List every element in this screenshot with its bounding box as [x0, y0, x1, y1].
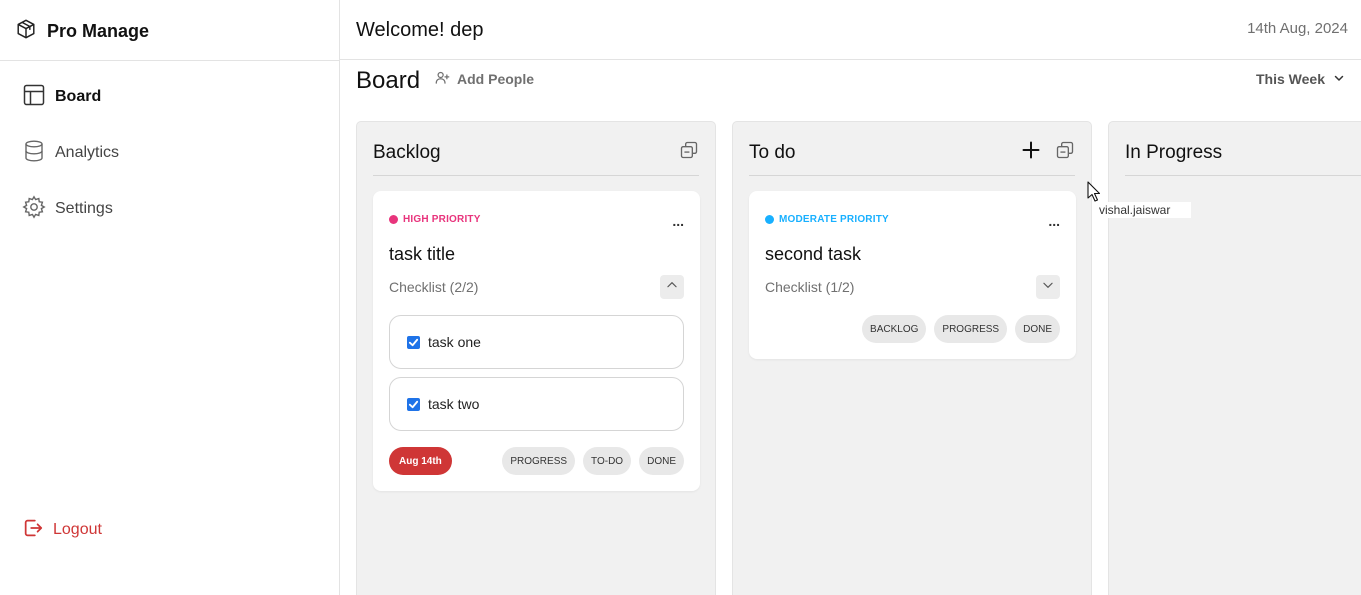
- task-card[interactable]: HIGH PRIORITY ... task title Checklist (…: [373, 191, 700, 491]
- move-to-backlog-button[interactable]: BACKLOG: [862, 315, 927, 343]
- priority-dot: [765, 215, 774, 224]
- chevron-down-icon: [1041, 278, 1055, 297]
- logout-label: Logout: [53, 521, 102, 538]
- logout-icon: [22, 517, 44, 544]
- filter-label: This Week: [1256, 71, 1325, 87]
- priority-badge: MODERATE PRIORITY: [765, 214, 889, 225]
- column-todo: To do MODERATE PRIORITY ... second task …: [732, 121, 1092, 595]
- checkbox[interactable]: [407, 335, 420, 349]
- sidebar-item-board[interactable]: Board: [22, 84, 101, 110]
- sidebar-item-analytics[interactable]: Analytics: [22, 140, 119, 166]
- sidebar-divider: [0, 60, 340, 61]
- checklist-toggle[interactable]: [1036, 275, 1060, 299]
- column-backlog: Backlog HIGH PRIORITY ... task title Che…: [356, 121, 716, 595]
- add-task-icon[interactable]: [1021, 140, 1041, 160]
- brand[interactable]: Pro Manage: [15, 18, 149, 44]
- period-filter-dropdown[interactable]: This Week: [1256, 70, 1345, 88]
- chevron-up-icon: [665, 278, 679, 297]
- database-icon: [22, 139, 46, 168]
- checklist-item: task two: [389, 377, 684, 431]
- move-to-todo-button[interactable]: TO-DO: [583, 447, 632, 475]
- move-to-progress-button[interactable]: PROGRESS: [502, 447, 576, 475]
- layout-icon: [22, 83, 46, 112]
- sidebar-item-settings[interactable]: Settings: [22, 194, 113, 224]
- cube-icon: [15, 18, 37, 45]
- column-actions: [1021, 140, 1075, 160]
- page-title: Board: [356, 67, 421, 94]
- column-header: To do: [749, 140, 1075, 176]
- add-user-icon: [435, 70, 450, 88]
- checklist-item-text: task one: [428, 334, 481, 350]
- priority-badge: HIGH PRIORITY: [389, 214, 481, 225]
- checklist-label: Checklist (1/2): [765, 279, 855, 295]
- add-people-label: Add People: [457, 71, 535, 87]
- column-actions: [679, 140, 699, 160]
- checklist-item: task one: [389, 315, 684, 369]
- logout-button[interactable]: Logout: [22, 517, 102, 543]
- collapse-all-icon[interactable]: [679, 140, 699, 160]
- priority-label: HIGH PRIORITY: [403, 214, 481, 225]
- sidebar: Pro Manage Board Analytics Settings Logo…: [0, 0, 340, 595]
- current-date: 14th Aug, 2024: [1247, 20, 1348, 37]
- column-in-progress: In Progress: [1108, 121, 1361, 595]
- move-actions: BACKLOG PROGRESS DONE: [862, 315, 1060, 343]
- tooltip: vishal.jaiswar: [1097, 202, 1191, 218]
- checkbox[interactable]: [407, 397, 420, 411]
- more-options-icon[interactable]: ...: [672, 213, 684, 229]
- header-divider: [340, 59, 1361, 60]
- welcome-text: Welcome! dep: [356, 19, 484, 41]
- move-to-progress-button[interactable]: PROGRESS: [934, 315, 1008, 343]
- checklist-toggle[interactable]: [660, 275, 684, 299]
- chevron-down-icon: [1333, 71, 1345, 87]
- move-to-done-button[interactable]: DONE: [639, 447, 684, 475]
- column-title: Backlog: [373, 142, 441, 163]
- task-title: task title: [389, 244, 456, 264]
- priority-label: MODERATE PRIORITY: [779, 214, 889, 225]
- task-title: second task: [765, 244, 862, 264]
- sidebar-item-label: Analytics: [55, 144, 120, 161]
- move-to-done-button[interactable]: DONE: [1015, 315, 1060, 343]
- more-options-icon[interactable]: ...: [1048, 213, 1060, 229]
- column-header: Backlog: [373, 140, 699, 176]
- move-actions: PROGRESS TO-DO DONE: [502, 447, 684, 475]
- add-people-button[interactable]: Add People: [435, 70, 534, 88]
- task-card[interactable]: MODERATE PRIORITY ... second task Checkl…: [749, 191, 1076, 359]
- checklist-item-text: task two: [428, 396, 480, 412]
- column-header: In Progress: [1125, 142, 1361, 176]
- sidebar-item-label: Board: [55, 88, 102, 105]
- collapse-all-icon[interactable]: [1055, 140, 1075, 160]
- app-name: Pro Manage: [47, 20, 150, 41]
- gear-icon: [22, 194, 46, 224]
- due-date-badge: Aug 14th: [389, 447, 452, 475]
- priority-dot: [389, 215, 398, 224]
- sidebar-item-label: Settings: [55, 200, 113, 217]
- column-title: To do: [749, 142, 796, 163]
- checklist-label: Checklist (2/2): [389, 279, 479, 295]
- column-title: In Progress: [1125, 142, 1223, 163]
